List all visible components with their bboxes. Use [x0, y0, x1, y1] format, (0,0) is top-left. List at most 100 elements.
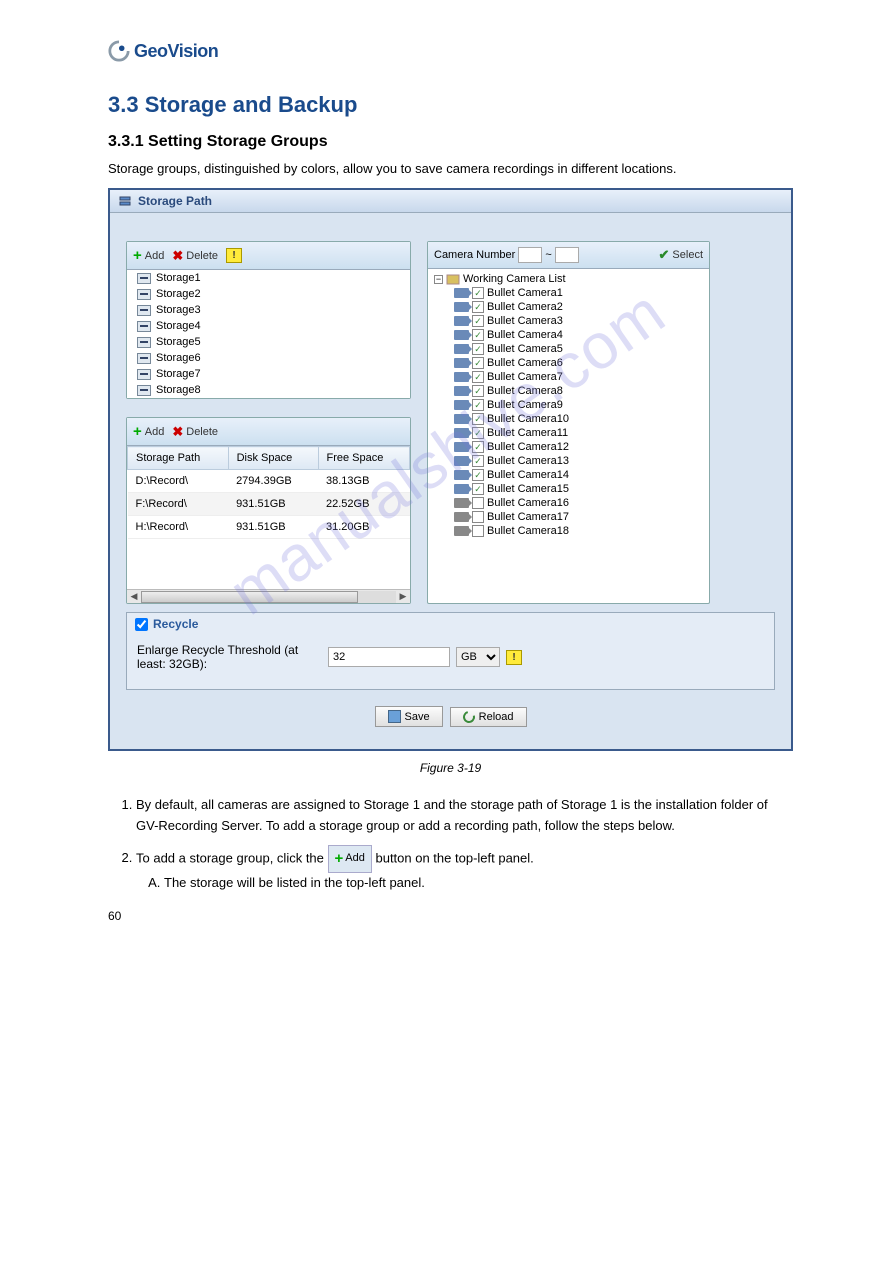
- inline-add-button: +Add: [328, 845, 372, 873]
- delete-storage-button[interactable]: ✖Delete: [172, 248, 218, 264]
- drive-icon: [137, 337, 151, 348]
- storage-item[interactable]: Storage3: [127, 302, 410, 318]
- camera-item[interactable]: ✓Bullet Camera2: [432, 300, 705, 314]
- camera-item[interactable]: ✓Bullet Camera8: [432, 384, 705, 398]
- camera-checkbox[interactable]: ✓: [472, 483, 484, 495]
- tree-root[interactable]: − Working Camera List: [432, 272, 705, 286]
- camera-icon: [454, 498, 469, 508]
- camera-item[interactable]: Bullet Camera18: [432, 524, 705, 538]
- logo-icon: [108, 40, 130, 62]
- scroll-left-icon[interactable]: ◀: [127, 591, 141, 602]
- drive-icon: [137, 385, 151, 396]
- recycle-checkbox[interactable]: [135, 618, 148, 631]
- drive-icon: [137, 353, 151, 364]
- camera-checkbox[interactable]: [472, 497, 484, 509]
- camera-icon: [454, 470, 469, 480]
- step-2a: The storage will be listed in the top-le…: [164, 873, 793, 894]
- storage-item[interactable]: Storage1: [127, 270, 410, 286]
- camera-item[interactable]: ✓Bullet Camera1: [432, 286, 705, 300]
- section-heading: 3.3.1 Setting Storage Groups: [108, 133, 793, 151]
- camera-checkbox[interactable]: ✓: [472, 441, 484, 453]
- camera-checkbox[interactable]: [472, 511, 484, 523]
- camera-checkbox[interactable]: ✓: [472, 385, 484, 397]
- camera-item[interactable]: ✓Bullet Camera13: [432, 454, 705, 468]
- camera-item[interactable]: ✓Bullet Camera7: [432, 370, 705, 384]
- camera-item[interactable]: Bullet Camera16: [432, 496, 705, 510]
- add-path-button[interactable]: +Add: [133, 423, 164, 440]
- storage-item[interactable]: Storage7: [127, 366, 410, 382]
- camera-icon: [454, 316, 469, 326]
- camera-tree[interactable]: − Working Camera List ✓Bullet Camera1✓Bu…: [428, 269, 709, 579]
- camera-checkbox[interactable]: ✓: [472, 329, 484, 341]
- drive-icon: [137, 273, 151, 284]
- camera-toolbar: Camera Number ~ ✔Select: [428, 242, 709, 269]
- storage-item[interactable]: Storage4: [127, 318, 410, 334]
- camera-checkbox[interactable]: ✓: [472, 455, 484, 467]
- camera-checkbox[interactable]: ✓: [472, 399, 484, 411]
- camera-icon: [454, 526, 469, 536]
- camera-checkbox[interactable]: ✓: [472, 315, 484, 327]
- folder-icon: [446, 273, 460, 285]
- camera-checkbox[interactable]: ✓: [472, 371, 484, 383]
- scroll-right-icon[interactable]: ▶: [396, 591, 410, 602]
- page-heading: 3.3 Storage and Backup: [108, 92, 793, 118]
- warning-icon[interactable]: !: [506, 650, 522, 665]
- warning-icon[interactable]: !: [226, 248, 242, 263]
- window-title: Storage Path: [138, 194, 212, 208]
- camera-item[interactable]: ✓Bullet Camera11: [432, 426, 705, 440]
- table-row[interactable]: D:\Record\2794.39GB38.13GB: [128, 470, 410, 493]
- camera-checkbox[interactable]: ✓: [472, 469, 484, 481]
- storage-item[interactable]: Storage6: [127, 350, 410, 366]
- camera-item[interactable]: ✓Bullet Camera10: [432, 412, 705, 426]
- select-cameras-button[interactable]: ✔Select: [659, 247, 703, 263]
- camera-checkbox[interactable]: ✓: [472, 357, 484, 369]
- camera-item[interactable]: ✓Bullet Camera9: [432, 398, 705, 412]
- figure-caption: Figure 3-19: [108, 761, 793, 775]
- drive-icon: [137, 305, 151, 316]
- camera-icon: [454, 442, 469, 452]
- storage-item[interactable]: Storage8: [127, 382, 410, 398]
- camera-item[interactable]: ✓Bullet Camera12: [432, 440, 705, 454]
- camera-item[interactable]: ✓Bullet Camera6: [432, 356, 705, 370]
- table-row[interactable]: F:\Record\931.51GB22.52GB: [128, 493, 410, 516]
- camera-item[interactable]: ✓Bullet Camera3: [432, 314, 705, 328]
- col-path[interactable]: Storage Path: [128, 447, 229, 470]
- horizontal-scrollbar[interactable]: ◀ ▶: [127, 589, 410, 603]
- check-icon: ✔: [659, 247, 670, 263]
- camera-checkbox[interactable]: [472, 525, 484, 537]
- save-icon: [388, 710, 401, 723]
- threshold-unit-select[interactable]: GB: [456, 647, 500, 667]
- camera-item[interactable]: ✓Bullet Camera5: [432, 342, 705, 356]
- camera-item[interactable]: Bullet Camera17: [432, 510, 705, 524]
- camera-checkbox[interactable]: ✓: [472, 343, 484, 355]
- camera-icon: [454, 414, 469, 424]
- plus-icon: +: [133, 423, 142, 440]
- camera-from-input[interactable]: [518, 247, 542, 263]
- drive-icon: [137, 369, 151, 380]
- camera-checkbox[interactable]: ✓: [472, 287, 484, 299]
- storage-item[interactable]: Storage5: [127, 334, 410, 350]
- camera-to-input[interactable]: [555, 247, 579, 263]
- camera-item[interactable]: ✓Bullet Camera14: [432, 468, 705, 482]
- reload-button[interactable]: Reload: [450, 707, 527, 727]
- camera-number-label: Camera Number: [434, 249, 515, 261]
- camera-checkbox[interactable]: ✓: [472, 427, 484, 439]
- save-button[interactable]: Save: [375, 706, 443, 727]
- camera-checkbox[interactable]: ✓: [472, 413, 484, 425]
- camera-item[interactable]: ✓Bullet Camera15: [432, 482, 705, 496]
- add-storage-button[interactable]: +Add: [133, 247, 164, 264]
- col-disk[interactable]: Disk Space: [228, 447, 318, 470]
- camera-item[interactable]: ✓Bullet Camera4: [432, 328, 705, 342]
- plus-icon: +: [133, 247, 142, 264]
- threshold-input[interactable]: [328, 647, 450, 667]
- collapse-icon[interactable]: −: [434, 275, 443, 284]
- path-toolbar: +Add ✖Delete: [127, 418, 410, 446]
- delete-path-button[interactable]: ✖Delete: [172, 424, 218, 440]
- col-free[interactable]: Free Space: [318, 447, 410, 470]
- table-row[interactable]: H:\Record\931.51GB31.20GB: [128, 516, 410, 539]
- steps: By default, all cameras are assigned to …: [108, 795, 793, 893]
- storage-list[interactable]: Storage1Storage2Storage3Storage4Storage5…: [127, 270, 410, 398]
- storage-item[interactable]: Storage2: [127, 286, 410, 302]
- page-number: 60: [108, 909, 121, 923]
- camera-checkbox[interactable]: ✓: [472, 301, 484, 313]
